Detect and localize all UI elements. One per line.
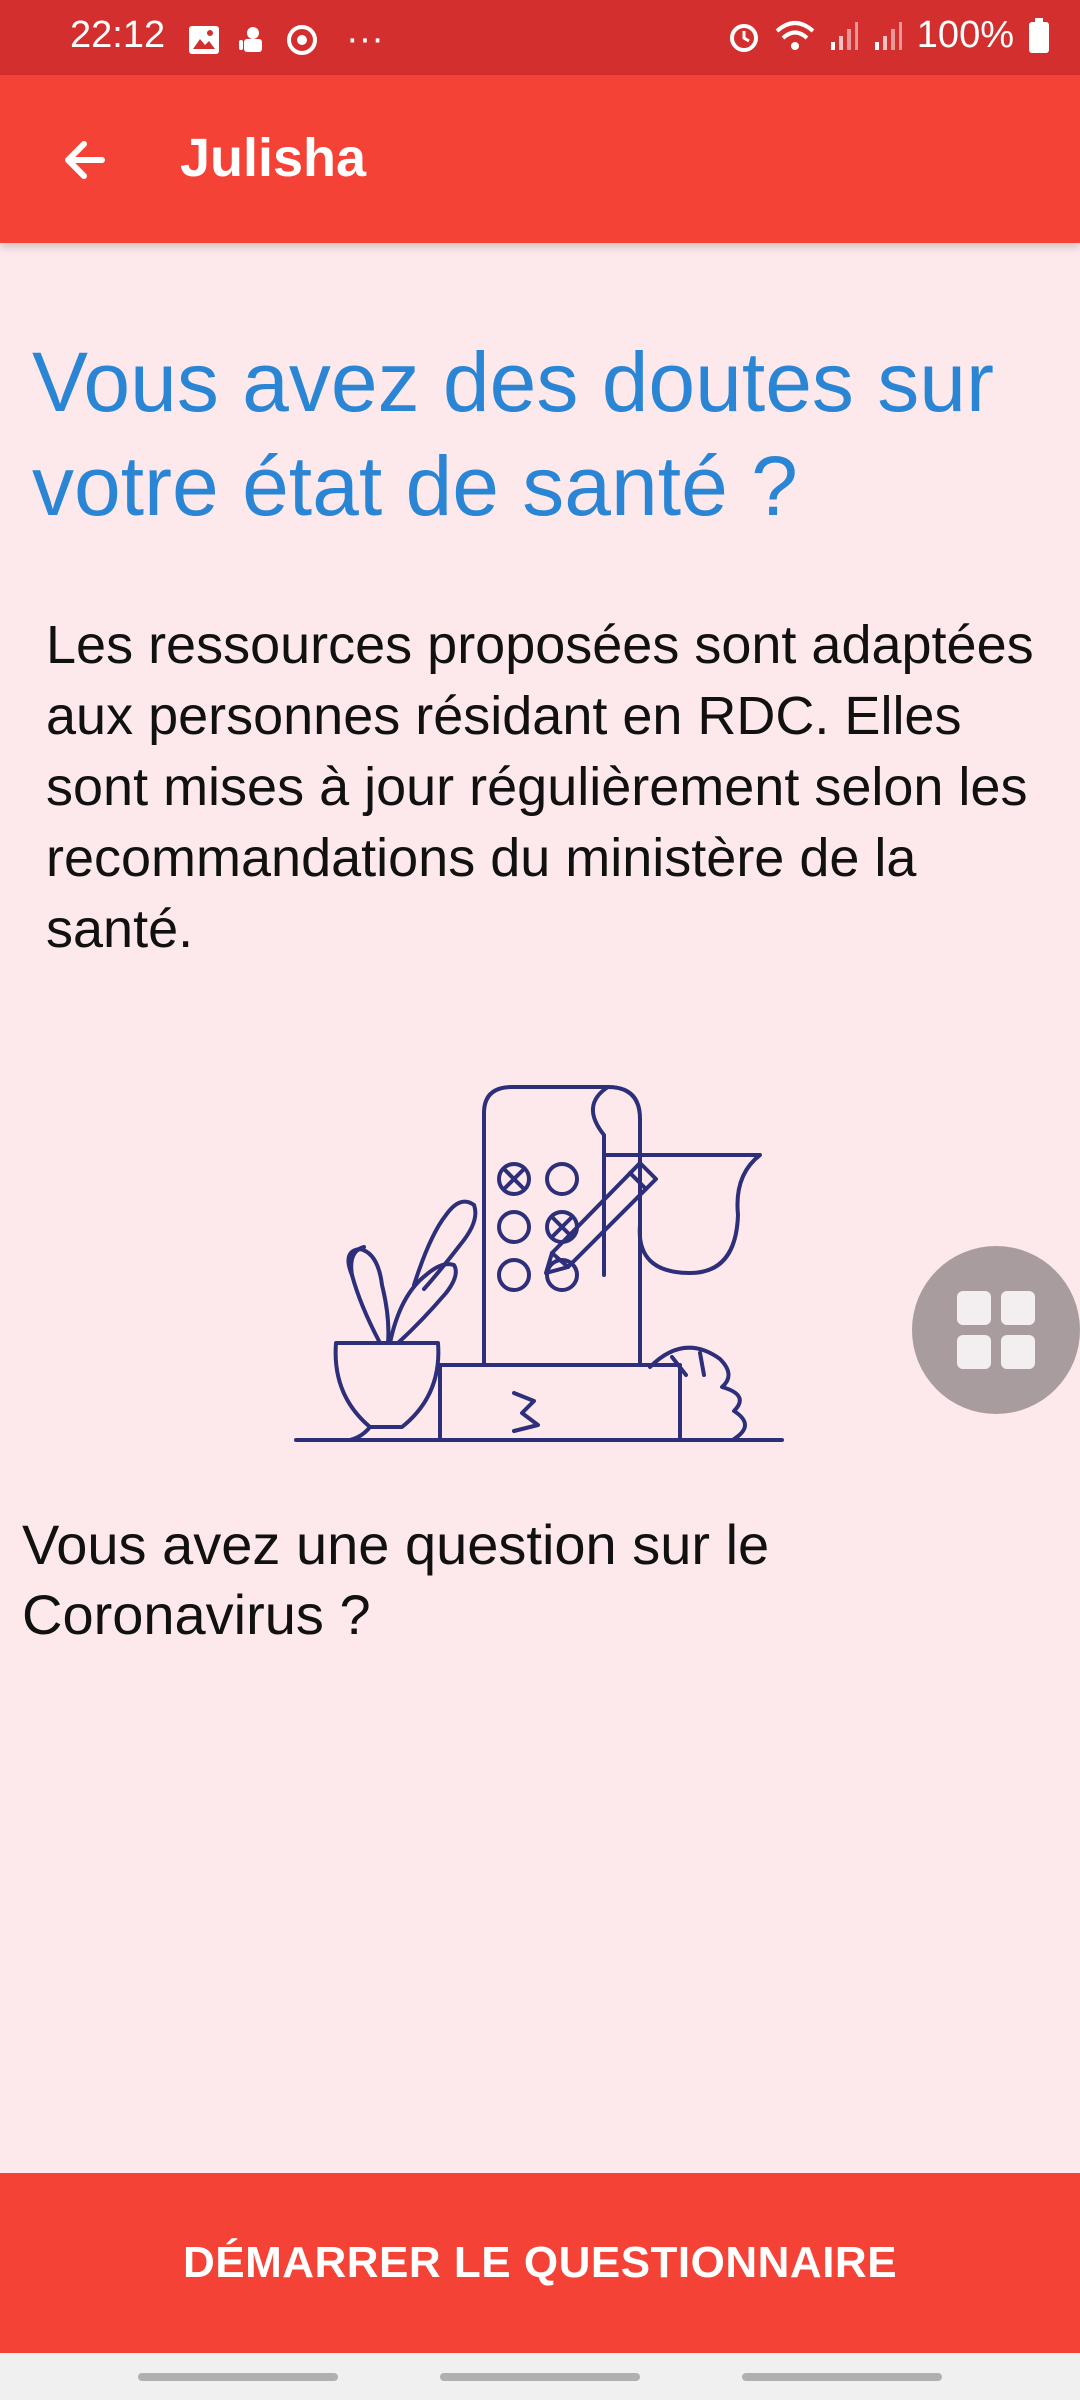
status-more: ··· <box>346 18 384 60</box>
status-left-icons: ··· <box>188 18 384 61</box>
wifi-icon <box>775 20 815 50</box>
battery-percent: 100% <box>916 14 1014 56</box>
back-button[interactable] <box>52 125 122 195</box>
questionnaire-illustration <box>294 1085 784 1442</box>
battery-icon <box>1029 17 1049 53</box>
intro-text: Les ressources proposées sont adaptées a… <box>46 615 1034 959</box>
page-headline: Vous avez des doutes sur votre état de s… <box>32 335 994 533</box>
android-icon <box>239 26 262 52</box>
signal-icon <box>874 21 902 50</box>
navigation-bar <box>0 2353 1080 2400</box>
status-time: 22:12 <box>70 14 166 56</box>
arrow-left-icon <box>65 141 105 179</box>
start-questionnaire-button[interactable]: DÉMARRER LE QUESTIONNAIRE <box>0 2173 1080 2353</box>
app-bar: Julisha <box>0 75 1080 243</box>
signal-icon <box>830 21 858 50</box>
nav-recents[interactable] <box>138 2373 338 2381</box>
gallery-icon <box>189 25 219 54</box>
status-right: 100% <box>727 14 1050 57</box>
floating-menu-button[interactable] <box>912 1246 1080 1414</box>
question-text: Vous avez une question sur le Coronaviru… <box>22 1513 770 1646</box>
sync-icon <box>287 24 317 55</box>
nav-home[interactable] <box>440 2373 640 2381</box>
status-bar: 22:12 ··· 100% <box>0 0 1080 75</box>
nav-back[interactable] <box>742 2373 942 2381</box>
alarm-icon <box>729 23 758 52</box>
app-title: Julisha <box>180 128 367 188</box>
